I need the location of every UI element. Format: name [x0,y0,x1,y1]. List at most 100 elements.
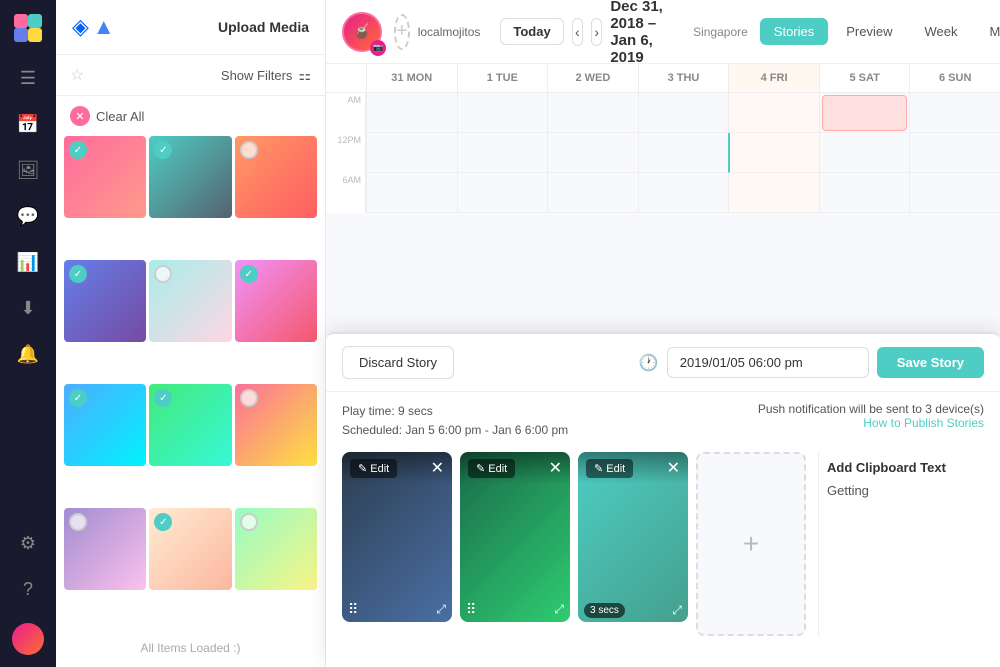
add-account-button[interactable]: + [394,14,410,50]
list-item[interactable] [235,384,317,466]
sidebar-item-analytics[interactable]: 📊 [8,242,48,282]
cal-cell[interactable] [638,93,729,133]
top-bar: 🧉 📷 + localmojitos Today ‹ › Dec 31, 201… [326,0,1000,64]
slide-edit-button[interactable]: ✎ Edit [468,459,515,478]
nav-user-avatar[interactable] [12,623,44,655]
resize-icon[interactable]: ⤢ [436,602,446,617]
time-12pm: 12PM [326,133,366,173]
drag-handle-icon[interactable]: ⠿ [466,601,476,618]
drag-handle-icon[interactable]: ⠿ [348,601,358,618]
list-item[interactable]: ✓ [149,136,231,218]
tab-week[interactable]: Week [911,18,972,45]
cal-cell[interactable] [728,173,819,213]
cal-cell[interactable] [547,133,638,173]
slide-close-button[interactable]: ✕ [549,458,562,478]
sidebar-item-notification[interactable]: 🔔 [8,334,48,374]
save-story-button[interactable]: Save Story [877,347,984,378]
clear-x-icon: ✕ [70,106,90,126]
list-item[interactable]: ✓ [64,260,146,342]
cal-cell[interactable] [457,133,548,173]
how-to-publish-link[interactable]: How to Publish Stories [758,416,984,430]
sidebar-item-settings[interactable]: ⚙ [8,523,48,563]
cal-cell[interactable] [909,93,1000,133]
cal-cell[interactable] [819,173,910,213]
gdrive-icon: ▲ [93,14,115,40]
slide-close-button[interactable]: ✕ [667,458,680,478]
cal-cell[interactable] [909,133,1000,173]
tab-stories[interactable]: Stories [760,18,828,45]
media-check-icon: ✓ [69,141,87,159]
cal-cell[interactable] [547,93,638,133]
tab-month[interactable]: Month [976,18,1000,45]
cal-cell[interactable] [638,133,729,173]
sidebar-item-chat[interactable]: 💬 [8,196,48,236]
media-grid: ✓ ✓ ✓ ✓ ✓ ✓ [56,136,325,629]
left-navigation: ☰ 📅 🖼 💬 📊 ⬇ 🔔 ⚙ ? [0,0,56,667]
clipboard-title: Add Clipboard Text [827,460,1000,475]
add-slide-button[interactable]: + [696,452,806,636]
instagram-badge: 📷 [370,40,386,56]
scheduled-item[interactable] [822,95,908,131]
sidebar-item-calendar[interactable]: 📅 [8,104,48,144]
cal-cell[interactable] [366,173,457,213]
list-item[interactable] [235,508,317,590]
cal-cell[interactable] [638,173,729,213]
resize-icon[interactable]: ⤢ [672,603,682,618]
list-item[interactable]: ✓ [235,260,317,342]
star-icon[interactable]: ☆ [70,65,84,85]
list-item[interactable] [235,136,317,218]
story-slide-3[interactable]: ✎ Edit ✕ 3 secs ⤢ [578,452,688,622]
sidebar-item-image[interactable]: 🖼 [8,150,48,190]
account-avatar[interactable]: 🧉 📷 [342,12,382,52]
story-meta-right: Push notification will be sent to 3 devi… [758,402,984,440]
slide-close-button[interactable]: ✕ [431,458,444,478]
cal-cell[interactable] [366,133,457,173]
show-filters-label: Show Filters [221,68,293,83]
story-slide-2[interactable]: ✎ Edit ✕ ⠿ ⤢ [460,452,570,622]
clear-all-button[interactable]: ✕ Clear All [70,106,311,126]
list-item[interactable]: ✓ [149,508,231,590]
media-check-icon [240,513,258,531]
app-logo[interactable] [12,12,44,44]
dropbox-icon: ◈ [72,14,89,40]
slide-edit-button[interactable]: ✎ Edit [350,459,397,478]
cal-cell[interactable] [728,93,819,133]
list-item[interactable] [149,260,231,342]
story-meta-left: Play time: 9 secs Scheduled: Jan 5 6:00 … [342,402,568,440]
discard-story-button[interactable]: Discard Story [342,346,454,379]
media-check-icon [240,141,258,159]
cal-cell[interactable] [457,93,548,133]
cal-cell[interactable] [366,93,457,133]
datetime-input[interactable] [667,347,869,378]
media-check-icon: ✓ [69,389,87,407]
cal-cell[interactable] [457,173,548,213]
datetime-group: 🕐 Save Story [639,347,984,378]
day-header-2: 2 WED [547,64,638,92]
story-slide-1[interactable]: ✎ Edit ✕ ⠿ ⤢ [342,452,452,622]
prev-arrow[interactable]: ‹ [572,18,583,46]
show-filters-button[interactable]: Show Filters ⚏ [221,67,311,84]
resize-icon[interactable]: ⤢ [554,602,564,617]
cal-cell[interactable] [547,173,638,213]
list-item[interactable]: ✓ [64,136,146,218]
cal-cell[interactable] [909,173,1000,213]
upload-label: Upload Media [218,19,309,35]
list-item[interactable] [64,508,146,590]
tab-preview[interactable]: Preview [832,18,906,45]
cal-cell[interactable] [819,93,910,133]
sidebar-item-download[interactable]: ⬇ [8,288,48,328]
list-item[interactable]: ✓ [149,384,231,466]
slide-top-bar: ✎ Edit ✕ [578,452,688,484]
cal-cell[interactable] [819,133,910,173]
slide-top-bar: ✎ Edit ✕ [342,452,452,484]
slide-edit-button[interactable]: ✎ Edit [586,459,633,478]
next-arrow[interactable]: › [591,18,602,46]
today-button[interactable]: Today [500,18,563,45]
day-header-5: 5 SAT [819,64,910,92]
sidebar-item-help[interactable]: ? [8,569,48,609]
media-header: ◈ ▲ Upload Media [56,0,325,55]
upload-media-button[interactable]: Upload Media [218,19,309,35]
list-item[interactable]: ✓ [64,384,146,466]
cal-cell[interactable] [728,133,819,173]
sidebar-item-menu[interactable]: ☰ [8,58,48,98]
